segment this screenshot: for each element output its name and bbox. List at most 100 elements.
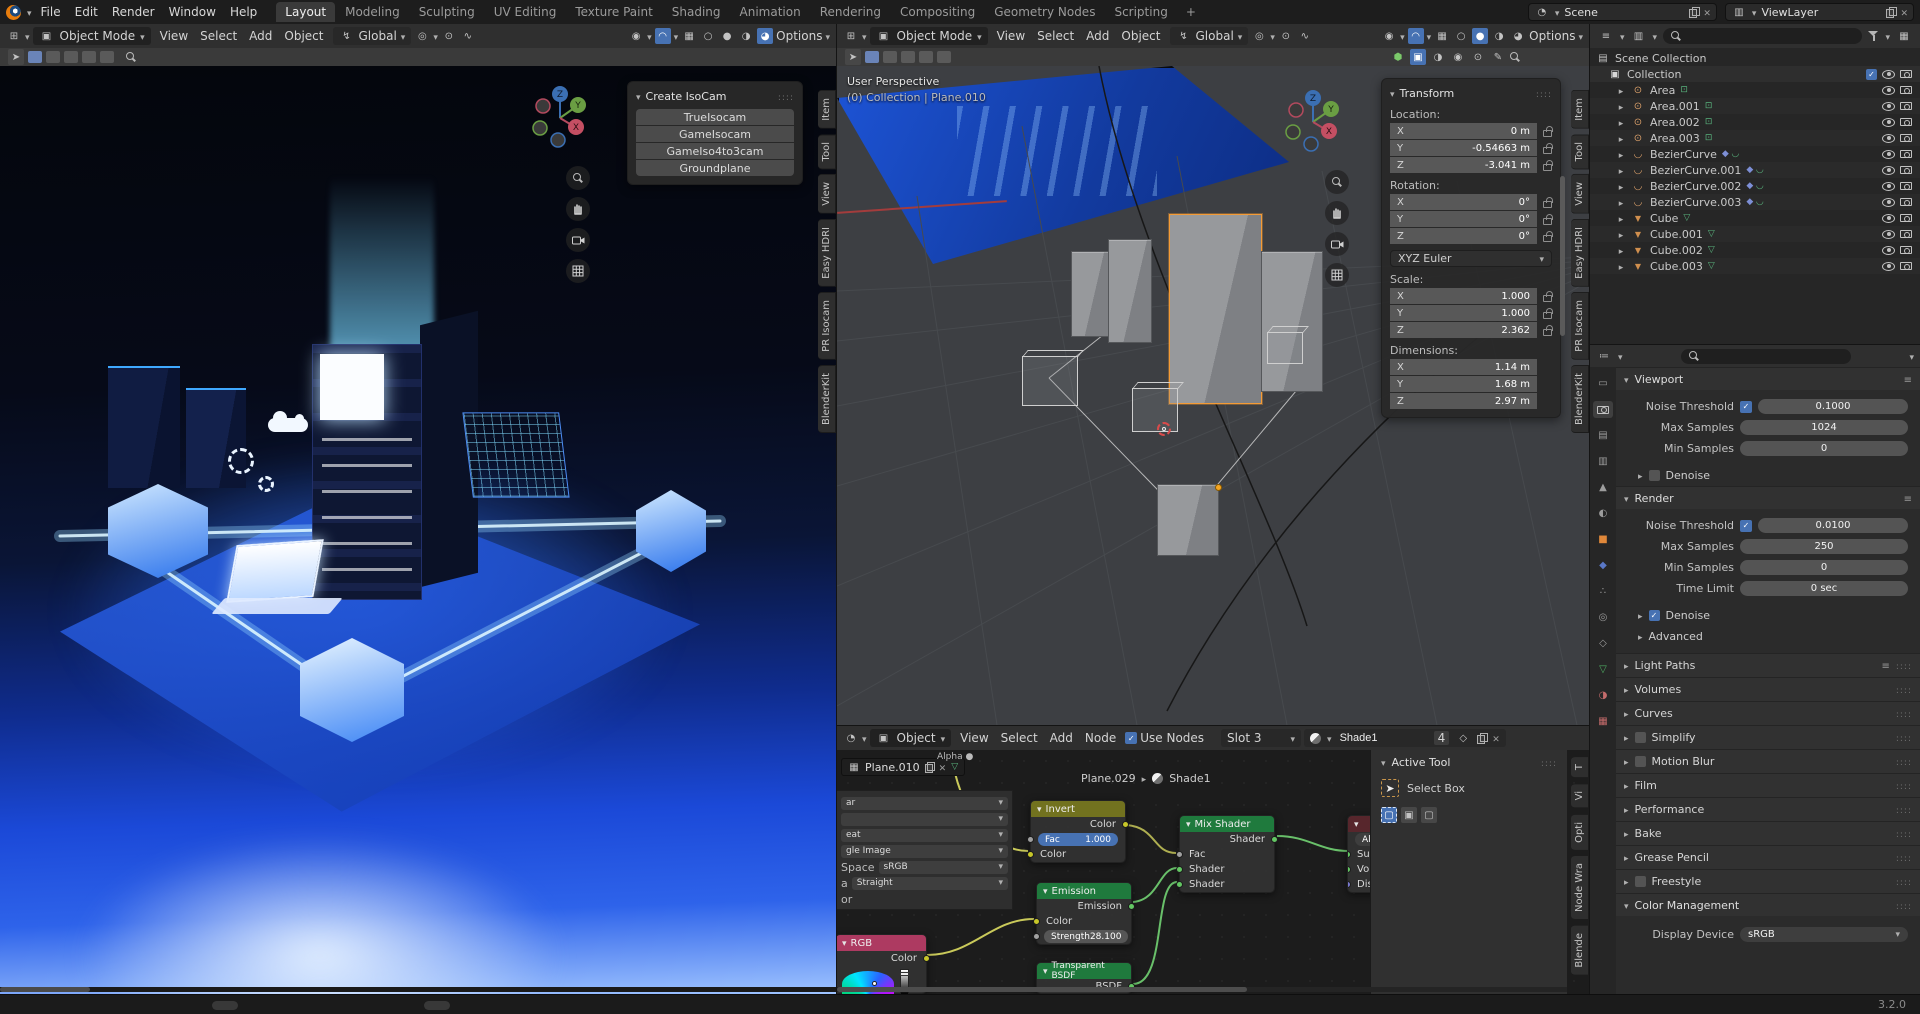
rendered-canvas[interactable]: Z Y X Create IsoCam — [0, 66, 836, 994]
tab-constraints[interactable]: ◇ — [1593, 635, 1613, 652]
render-visibility-icon[interactable] — [1900, 134, 1912, 142]
tab-material[interactable]: ◑ — [1593, 687, 1613, 704]
server-box[interactable] — [1157, 484, 1219, 556]
number-field[interactable]: X 0° — [1390, 194, 1537, 210]
search-input[interactable] — [1703, 349, 1843, 363]
select-mode-extend-icon[interactable] — [883, 51, 897, 63]
expand-icon[interactable] — [1616, 212, 1626, 225]
expand-icon[interactable] — [1616, 244, 1626, 257]
use-nodes-checkbox[interactable] — [1125, 732, 1138, 744]
section-menu-icon[interactable] — [1904, 373, 1912, 386]
hide-eye-icon[interactable] — [1882, 165, 1895, 175]
shader-type-dropdown[interactable]: ▣ Object — [869, 729, 952, 747]
section-checkbox[interactable] — [1634, 876, 1646, 887]
viewlayer-name[interactable]: ViewLayer — [1761, 6, 1881, 19]
outliner-item-row[interactable]: Cube.001 — [1590, 226, 1920, 242]
number-field[interactable]: Y 1.68 m — [1390, 376, 1537, 392]
render-visibility-icon[interactable] — [1900, 214, 1912, 222]
hide-eye-icon[interactable] — [1882, 149, 1895, 159]
tab-modifiers[interactable]: ◆ — [1593, 557, 1613, 574]
expand-icon[interactable] — [1616, 260, 1626, 273]
expand-icon[interactable] — [1616, 116, 1626, 129]
server-box[interactable] — [1071, 251, 1109, 337]
sidebar-tab[interactable]: Blende — [1571, 925, 1589, 977]
expand-icon[interactable] — [1616, 84, 1626, 97]
outliner-item-row[interactable]: BezierCurve.001 — [1590, 162, 1920, 178]
workspace-tab[interactable]: Scripting — [1105, 2, 1176, 22]
expand-icon[interactable] — [1616, 164, 1626, 177]
outliner-item-row[interactable]: Cube — [1590, 210, 1920, 226]
input-socket[interactable] — [1348, 866, 1351, 873]
property-section[interactable]: Bake — [1616, 821, 1920, 845]
outliner-item-row[interactable]: Area.001 — [1590, 98, 1920, 114]
scrollbar-thumb[interactable] — [837, 987, 1247, 992]
hide-eye-icon[interactable] — [1882, 69, 1895, 79]
viewlayer-selector[interactable]: ▥ ViewLayer — [1724, 3, 1914, 21]
property-section[interactable]: Simplify — [1616, 725, 1920, 749]
breadcrumb-object[interactable]: Plane.029 — [1081, 772, 1136, 785]
viewport-menu-item[interactable]: Add — [1080, 27, 1115, 45]
workspace-tab[interactable]: Compositing — [891, 2, 984, 22]
object-name[interactable]: Cube.002 — [1650, 244, 1703, 257]
filter-icon[interactable] — [1868, 31, 1879, 41]
show-overlays-icon[interactable]: ◠ — [654, 28, 671, 44]
sidebar-tab[interactable]: BlenderKit — [818, 364, 836, 433]
param-value-field[interactable]: 0.1000 — [1758, 399, 1908, 414]
panel-scrollbar[interactable] — [1560, 176, 1565, 336]
input-socket[interactable] — [1033, 933, 1040, 940]
expand-icon[interactable] — [1616, 180, 1626, 193]
pan-hand-button[interactable] — [1325, 201, 1349, 225]
output-socket[interactable] — [1271, 836, 1278, 843]
isocam-button[interactable]: GameIsocam — [636, 126, 794, 142]
sidebar-tab[interactable]: Tool — [1571, 133, 1589, 170]
node-canvas[interactable]: ▦ Plane.010 ▽ Alpha ● Plane.029 Shade1 a… — [837, 750, 1589, 994]
active-tool-icon[interactable]: ➤ — [8, 49, 24, 65]
shader-menu-item[interactable]: Add — [1044, 729, 1079, 747]
select-mode-extend-icon[interactable] — [46, 51, 60, 63]
new-viewlayer-icon[interactable] — [1886, 7, 1897, 18]
editor-type-icon[interactable]: ◔ — [843, 730, 859, 746]
input-socket[interactable] — [1027, 836, 1034, 843]
object-name[interactable]: Cube — [1650, 212, 1678, 225]
workspace-tab[interactable]: Texture Paint — [566, 2, 661, 22]
output-socket[interactable] — [1128, 903, 1135, 910]
color-space-dropdown[interactable]: sRGB — [878, 860, 1008, 874]
lock-icon[interactable] — [1543, 197, 1553, 208]
object-name[interactable]: BezierCurve — [1650, 148, 1717, 161]
search-icon[interactable] — [126, 51, 137, 63]
sidebar-tab[interactable]: Node Wra — [1571, 855, 1589, 921]
falloff-curve-icon[interactable]: ∿ — [460, 28, 476, 44]
drag-grip-icon[interactable] — [778, 90, 794, 103]
sidebar-tab[interactable]: Tool — [818, 133, 836, 170]
scene-name[interactable]: Scene — [1564, 6, 1684, 19]
workspace-tab[interactable]: Rendering — [811, 2, 890, 22]
render-advanced-row[interactable]: Advanced — [1616, 626, 1920, 647]
copy-icon[interactable] — [924, 762, 936, 773]
horizontal-scrollbar[interactable] — [837, 987, 1567, 992]
wireframe-cube[interactable] — [1132, 388, 1178, 432]
display-device-dropdown[interactable]: sRGB — [1740, 927, 1908, 942]
object-name[interactable]: Area — [1650, 84, 1675, 97]
orientation-dropdown[interactable]: ↯ Global — [332, 27, 412, 45]
annotate-icon[interactable]: ✎ — [1490, 49, 1506, 65]
chevron-down-icon[interactable] — [1885, 30, 1890, 43]
mix-shader-node[interactable]: Mix Shader Shader Fac Shader Shader — [1176, 815, 1278, 893]
shading-sphere-icon[interactable]: ◑ — [1430, 49, 1446, 65]
remove-viewlayer-icon[interactable] — [1900, 6, 1908, 19]
outliner-item-row[interactable]: BezierCurve — [1590, 146, 1920, 162]
blender-logo-icon[interactable] — [6, 4, 21, 20]
workspace-tab[interactable]: Geometry Nodes — [985, 2, 1104, 22]
menubar-item[interactable]: Render — [105, 3, 162, 21]
isocam-button[interactable]: GameIso4to3cam — [636, 143, 794, 159]
menubar-item[interactable]: Help — [223, 3, 264, 21]
hide-eye-icon[interactable] — [1882, 85, 1895, 95]
select-extend-icon[interactable]: ▣ — [1401, 807, 1417, 823]
number-field[interactable]: Z -3.041 m — [1390, 157, 1537, 173]
lock-icon[interactable] — [1543, 325, 1553, 336]
param-value-field[interactable]: 0 sec — [1740, 581, 1908, 596]
shading-rendered-icon[interactable]: ◕ — [1510, 28, 1526, 44]
shading-wireframe-icon[interactable]: ○ — [1453, 28, 1469, 44]
material-name-input[interactable] — [1337, 731, 1428, 745]
fac-slider[interactable]: Fac 1.000 — [1038, 833, 1118, 846]
select-mode-invert-icon[interactable] — [919, 51, 933, 63]
